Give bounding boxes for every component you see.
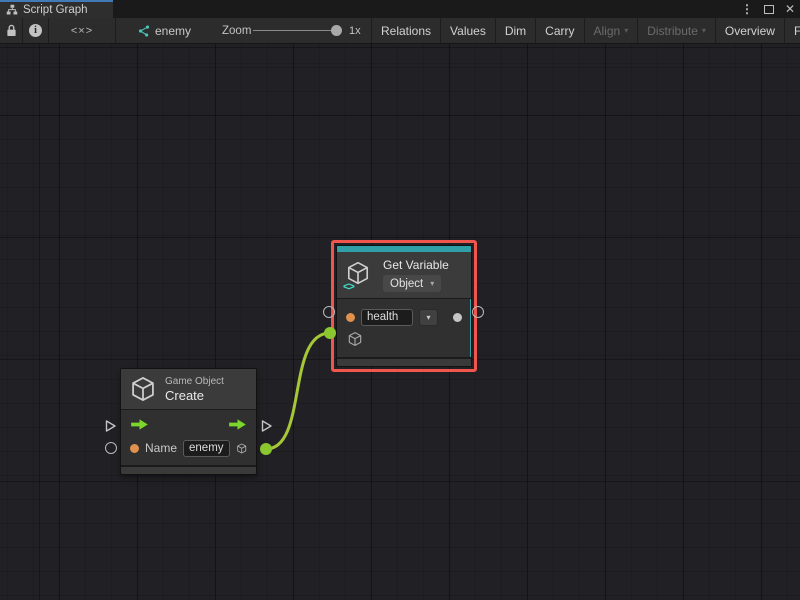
value-output-port-bubble[interactable] — [472, 306, 484, 318]
fullscreen-button[interactable]: Full Screen — [784, 18, 800, 43]
script-graph-icon — [6, 4, 18, 16]
create-node-body: Name enemy — [121, 409, 256, 465]
zoom-label: Zoom — [222, 18, 251, 43]
chevron-down-icon: ▾ — [702, 26, 706, 35]
carry-button[interactable]: Carry — [535, 18, 583, 43]
node-title: Get Variable — [383, 258, 449, 272]
gameobject-cube-icon — [129, 375, 157, 403]
tab-script-graph[interactable]: Script Graph — [0, 0, 113, 18]
variable-input-port-bubble[interactable] — [323, 306, 335, 318]
breadcrumb[interactable]: enemy — [155, 18, 191, 43]
get-variable-header: <> Get Variable Object ▾ — [337, 252, 471, 298]
zoom-value: 1x — [349, 18, 361, 43]
code-icon: <×> — [71, 25, 93, 37]
values-button[interactable]: Values — [440, 18, 495, 43]
toolbar-buttons: Relations Values Dim Carry Align ▾ Distr… — [371, 18, 800, 43]
get-variable-footer — [337, 357, 471, 366]
object-input-port[interactable] — [347, 331, 363, 347]
info-button[interactable]: i — [23, 18, 48, 43]
variable-name-input[interactable]: health — [361, 309, 413, 326]
window-controls: ⋮ ✕ — [741, 0, 795, 18]
maximize-icon[interactable] — [764, 5, 774, 14]
graph-name: enemy — [155, 24, 191, 38]
name-port-bubble[interactable] — [105, 442, 117, 454]
connection-end-dot[interactable] — [324, 327, 336, 339]
flow-output-port-triangle[interactable] — [259, 418, 274, 434]
value-output-port[interactable] — [453, 313, 462, 322]
name-label: Name — [145, 441, 177, 455]
get-variable-body: health ▾ — [337, 298, 471, 357]
variable-name-port[interactable] — [346, 313, 355, 322]
tab-title: Script Graph — [23, 4, 88, 16]
distribute-button[interactable]: Distribute ▾ — [637, 18, 715, 43]
connection-start-dot[interactable] — [260, 443, 272, 455]
relations-button[interactable]: Relations — [371, 18, 440, 43]
lock-icon — [6, 24, 17, 37]
node-supertitle: Game Object — [165, 376, 224, 388]
lock-button[interactable] — [0, 18, 22, 43]
create-node-header: Game Object Create — [121, 369, 256, 409]
variable-scope-dropdown[interactable]: Object ▾ — [383, 275, 441, 292]
node-title: Create — [165, 388, 224, 403]
selection-outline: <> Get Variable Object ▾ health — [331, 240, 477, 372]
variable-brackets-icon: <> — [343, 281, 354, 293]
variable-picker-dropdown[interactable]: ▾ — [419, 309, 438, 326]
close-icon[interactable]: ✕ — [785, 3, 795, 15]
chevron-down-icon: ▾ — [430, 279, 434, 288]
flow-output-arrow-icon[interactable] — [228, 418, 247, 431]
node-create-gameobject[interactable]: Game Object Create Name enemy — [120, 368, 257, 475]
gameobject-output-port[interactable] — [236, 440, 247, 457]
flow-input-port-triangle[interactable] — [103, 418, 118, 434]
overview-button[interactable]: Overview — [715, 18, 784, 43]
code-view-button[interactable]: <×> — [49, 18, 115, 43]
name-input-port[interactable] — [130, 444, 139, 453]
zoom-slider-track[interactable] — [253, 30, 341, 31]
graph-breadcrumb-icon — [136, 18, 152, 43]
chevron-down-icon: ▾ — [426, 313, 430, 322]
name-input[interactable]: enemy — [183, 440, 230, 457]
create-node-footer — [121, 465, 256, 474]
flow-input-arrow-icon[interactable] — [130, 418, 149, 431]
graph-canvas[interactable]: Game Object Create Name enemy — [0, 44, 800, 600]
info-icon: i — [29, 24, 42, 37]
window-menu-icon[interactable]: ⋮ — [741, 3, 753, 15]
zoom-slider-handle[interactable] — [331, 25, 342, 36]
graph-toolbar: i <×> enemy Zoom 1x Relations Values Dim… — [0, 18, 800, 44]
node-get-variable[interactable]: <> Get Variable Object ▾ health — [336, 245, 472, 367]
dim-button[interactable]: Dim — [495, 18, 535, 43]
title-bar: Script Graph ⋮ ✕ — [0, 0, 800, 18]
align-button[interactable]: Align ▾ — [584, 18, 638, 43]
chevron-down-icon: ▾ — [624, 26, 628, 35]
